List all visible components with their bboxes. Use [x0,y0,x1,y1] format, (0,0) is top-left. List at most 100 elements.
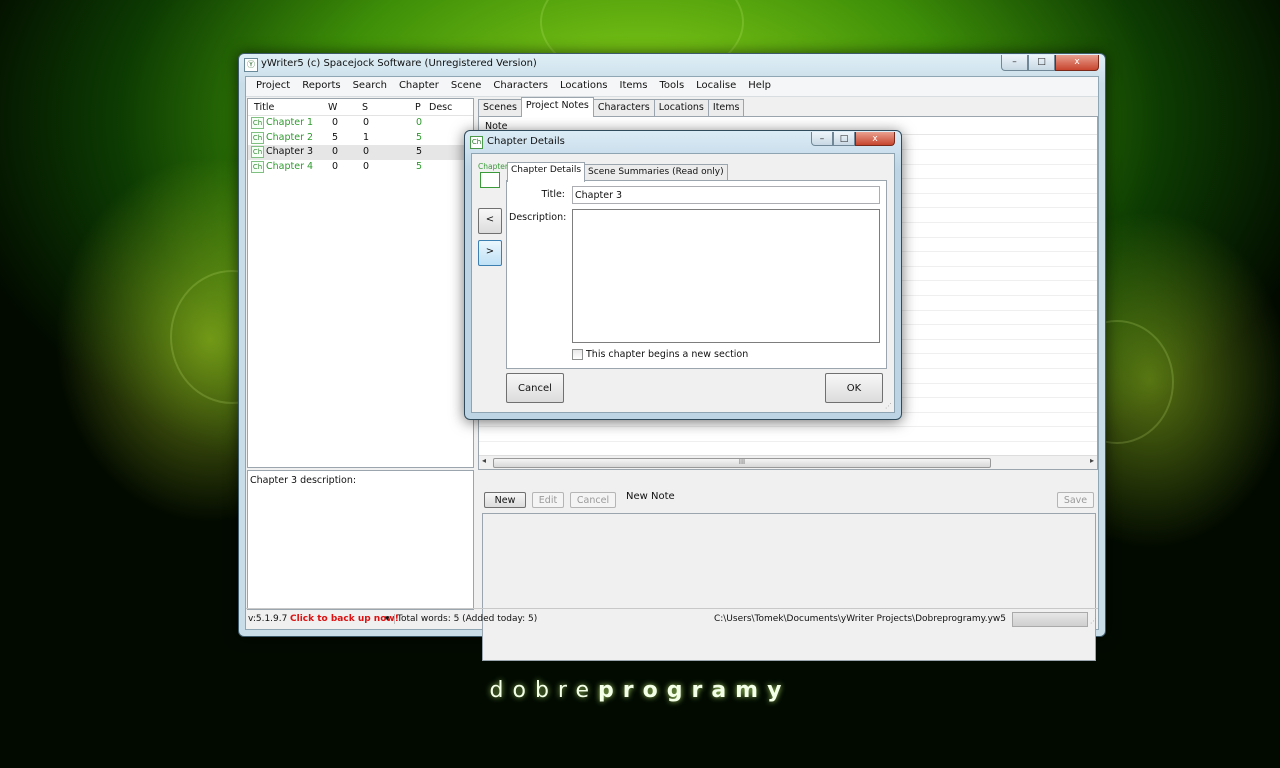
word-count: Total words: 5 (Added today: 5) [394,614,537,624]
maximize-button[interactable]: □ [1028,55,1055,71]
tab-locations[interactable]: Locations [653,99,709,117]
close-button[interactable]: x [1055,55,1099,71]
status-bar: v:5.1.9.7 Click to back up now! ▾ Total … [246,608,1098,629]
dialog-resize-grip-icon[interactable]: ⋰ [885,402,892,410]
tab-scenes[interactable]: Scenes [478,99,522,117]
resize-grip-icon[interactable]: ⋰ [1090,617,1097,625]
scroll-right-arrow[interactable]: ▸ [1090,456,1094,465]
chapter-details-page: Title: Chapter 3 Description: This chapt… [506,180,887,369]
menu-characters[interactable]: Characters [487,77,554,96]
dialog-tab-strip: Chapter Details Scene Summaries (Read on… [507,162,728,182]
grid-line [479,426,1097,428]
dobreprogramy-logo: dobreprogramy [0,678,1280,703]
chapter-cell-w: 0 [332,117,339,128]
tab-project-notes[interactable]: Project Notes [520,97,594,117]
chapter-icon: Ch [251,131,264,144]
note-toolbar: New Edit Cancel New Note Save [484,491,1094,509]
menu-chapter[interactable]: Chapter [393,77,445,96]
dialog-maximize-button[interactable]: □ [833,132,855,146]
chapter-cell-w: 0 [332,146,339,158]
chapter-details-dialog: Ch Chapter Details – □ x Chapter < > Cha… [464,130,902,420]
col-scenes[interactable]: S [362,102,368,113]
chapter-description-label: Chapter 3 description: [250,475,357,486]
dialog-cancel-button[interactable]: Cancel [506,373,564,403]
col-p[interactable]: P [415,102,421,113]
version-label: v:5.1.9.7 [248,614,288,624]
menu-reports[interactable]: Reports [296,77,346,96]
backup-dropdown-icon[interactable]: ▾ [385,614,390,624]
chapter-cell-title: Chapter 4 [266,160,314,172]
window-title: yWriter5 (c) Spacejock Software (Unregis… [261,58,537,69]
chapter-cell-title: Chapter 1 [266,117,314,128]
tab-chapter-details[interactable]: Chapter Details [507,162,586,182]
cancel-note-button[interactable]: Cancel [570,492,616,508]
logo-part1: dobre [489,678,599,703]
chapter-icon: Ch [470,136,483,149]
scroll-left-arrow[interactable]: ◂ [482,456,486,465]
next-chapter-button[interactable]: > [478,240,502,266]
chapter-list-header: Title W S P Desc [248,99,473,116]
save-note-button[interactable]: Save [1057,492,1094,508]
chapter-row[interactable]: Ch Chapter 3 0 0 5 [248,145,473,160]
title-label: Title: [541,189,565,200]
chapter-description-panel: Chapter 3 description: [247,470,474,610]
chapter-cell-w: 5 [332,131,339,143]
chapter-cell-s: 1 [363,131,370,143]
menu-project[interactable]: Project [250,77,296,96]
col-title[interactable]: Title [254,102,274,113]
col-words[interactable]: W [328,102,337,113]
new-section-label[interactable]: This chapter begins a new section [586,349,748,360]
status-progress-bar [1012,612,1088,627]
chapter-cell-title: Chapter 3 [266,146,314,158]
tab-scene-summaries[interactable]: Scene Summaries (Read only) [584,164,728,181]
chapter-cell-s: 0 [363,146,370,158]
menu-tools[interactable]: Tools [654,77,691,96]
col-desc[interactable]: Desc [429,102,452,113]
previous-chapter-button[interactable]: < [478,208,502,234]
chapter-cell-title: Chapter 2 [266,131,314,143]
yw-app-icon[interactable]: Ⓨ [244,58,258,72]
chapter-row[interactable]: Ch Chapter 1 0 0 0 [248,116,473,131]
dialog-close-button[interactable]: x [855,132,895,146]
logo-part2: programy [598,678,791,703]
right-tab-strip: Scenes Project Notes Characters Location… [478,97,745,117]
menu-items[interactable]: Items [614,77,654,96]
new-section-checkbox[interactable] [572,349,583,360]
chapter-cell-p: 0 [416,117,423,128]
chapter-side-icon [480,172,500,188]
edit-note-button[interactable]: Edit [532,492,564,508]
dialog-minimize-button[interactable]: – [811,132,833,146]
chapter-cell-s: 0 [363,160,370,172]
minimize-button[interactable]: – [1001,55,1028,71]
chapter-title-input[interactable]: Chapter 3 [572,186,880,204]
menu-bar: Project Reports Search Chapter Scene Cha… [246,77,1098,97]
menu-help[interactable]: Help [742,77,777,96]
menu-localise[interactable]: Localise [690,77,742,96]
chapter-cell-w: 0 [332,160,339,172]
chapter-cell-p: 5 [416,160,423,172]
tab-items[interactable]: Items [707,99,745,117]
chapter-side-label: Chapter [478,162,508,171]
description-label: Description: [509,212,567,223]
title-bar[interactable]: Ⓨ yWriter5 (c) Spacejock Software (Unreg… [239,54,1105,76]
project-path: C:\Users\Tomek\Documents\yWriter Project… [713,614,1006,624]
menu-search[interactable]: Search [347,77,393,96]
backup-link[interactable]: Click to back up now! [290,614,399,624]
note-title-field[interactable]: New Note [626,491,675,502]
menu-locations[interactable]: Locations [554,77,614,96]
scroll-thumb[interactable]: III [493,458,991,468]
note-body-editor[interactable] [482,513,1096,661]
dialog-client: Chapter < > Chapter Details Scene Summar… [471,153,895,413]
chapter-description-textarea[interactable] [572,209,880,343]
chapter-cell-p: 5 [416,131,423,143]
dialog-ok-button[interactable]: OK [825,373,883,403]
chapter-list[interactable]: Title W S P Desc Ch Chapter 1 0 0 0 Ch Chapter… [247,98,474,468]
chapter-row[interactable]: Ch Chapter 4 0 0 5 [248,160,473,175]
new-note-button[interactable]: New [484,492,526,508]
chapter-icon: Ch [251,160,264,173]
chapter-row[interactable]: Ch Chapter 2 5 1 5 [248,131,473,146]
dialog-title: Chapter Details [487,136,565,147]
menu-scene[interactable]: Scene [445,77,488,96]
tab-characters[interactable]: Characters [592,99,655,117]
horizontal-scrollbar[interactable]: ◂ III ▸ [479,455,1097,469]
